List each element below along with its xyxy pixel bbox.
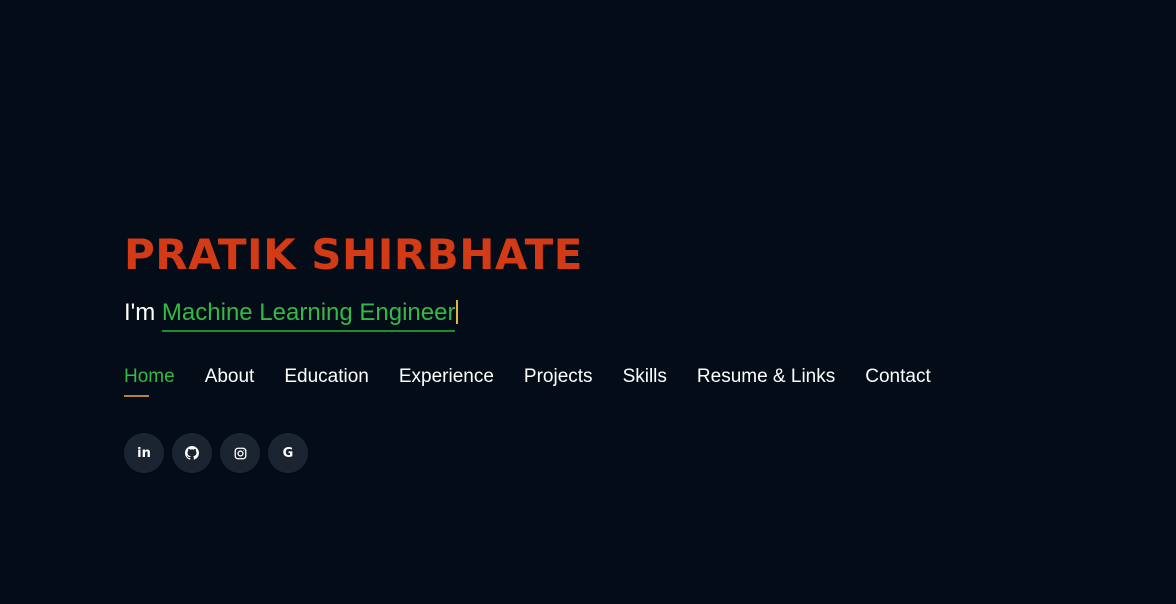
instagram-icon	[234, 447, 247, 460]
nav-item-contact[interactable]: Contact	[865, 364, 930, 390]
nav-item-about[interactable]: About	[205, 364, 255, 390]
tagline-prefix: I'm	[124, 299, 156, 326]
nav-item-projects[interactable]: Projects	[524, 364, 593, 390]
hero-section: PRATIK SHIRBHATE I'm Machine Learning En…	[0, 0, 1176, 604]
social-links: in G	[124, 433, 308, 473]
nav-item-resume-links[interactable]: Resume & Links	[697, 364, 835, 390]
github-link[interactable]	[172, 433, 212, 473]
typing-cursor	[456, 300, 459, 324]
github-icon	[185, 446, 199, 460]
hero-tagline: I'm Machine Learning Engineer	[124, 297, 459, 332]
nav-item-experience[interactable]: Experience	[399, 364, 494, 390]
hero-name: PRATIK SHIRBHATE	[124, 230, 583, 279]
nav-item-education[interactable]: Education	[284, 364, 369, 390]
main-nav: Home About Education Experience Projects…	[124, 364, 961, 397]
nav-item-skills[interactable]: Skills	[623, 364, 667, 390]
linkedin-icon: in	[137, 445, 151, 461]
google-link[interactable]: G	[268, 433, 308, 473]
google-icon: G	[282, 445, 294, 461]
instagram-link[interactable]	[220, 433, 260, 473]
linkedin-link[interactable]: in	[124, 433, 164, 473]
tagline-typed-text: Machine Learning Engineer	[161, 299, 456, 332]
nav-item-home[interactable]: Home	[124, 364, 175, 397]
